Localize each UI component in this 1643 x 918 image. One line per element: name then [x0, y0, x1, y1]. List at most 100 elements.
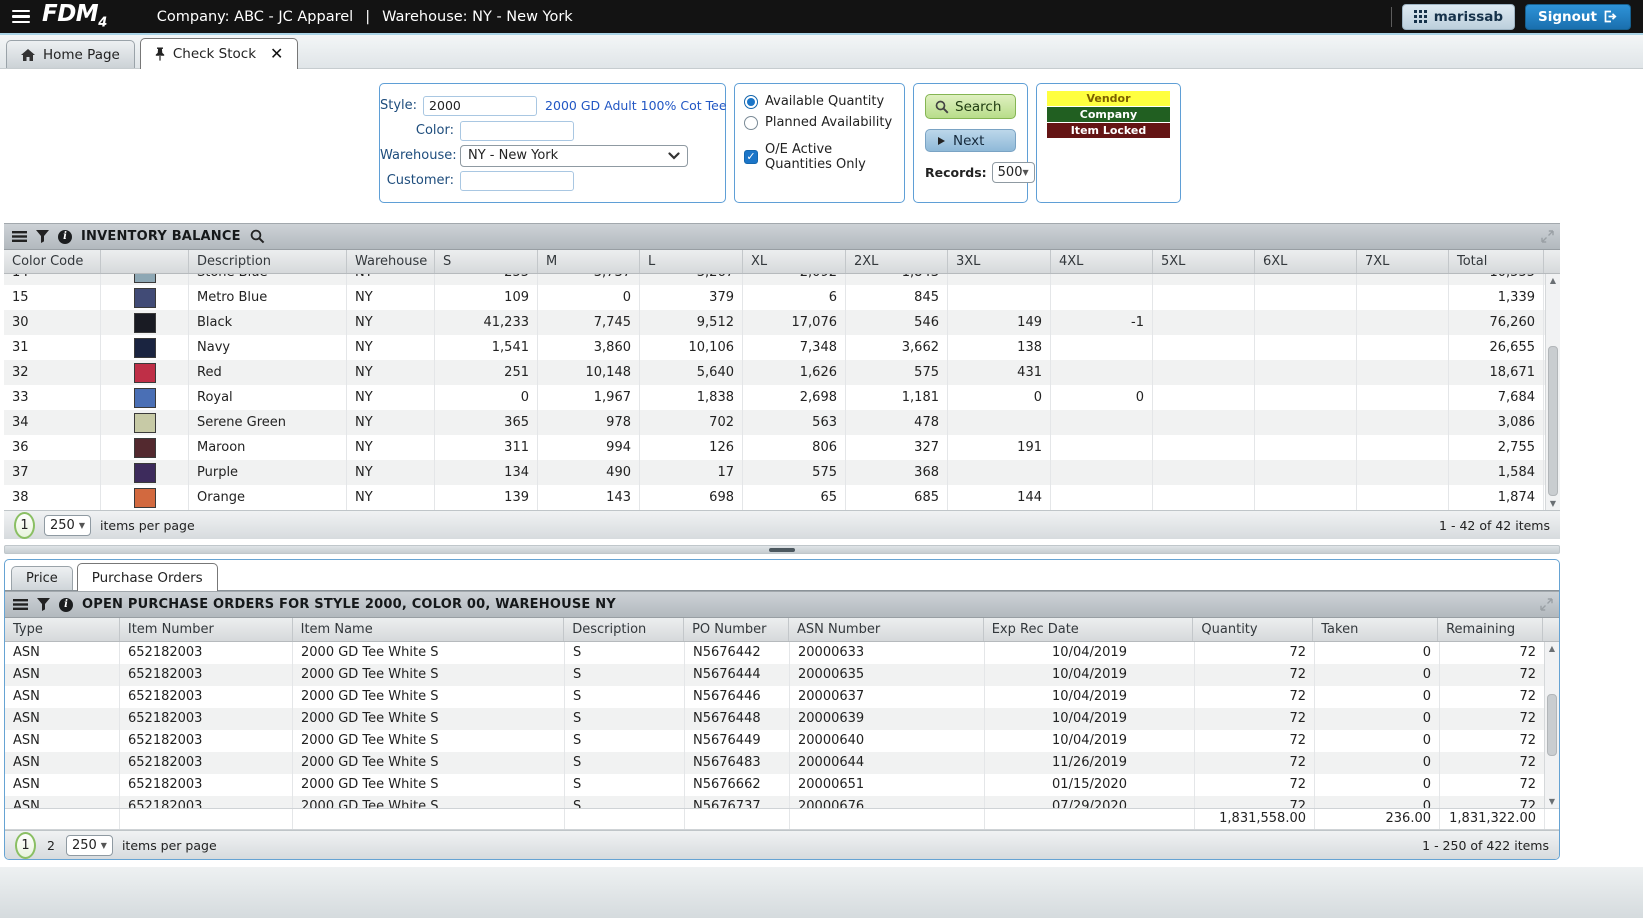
- table-row[interactable]: ASN6521820032000 GD Tee White SSN5676483…: [5, 752, 1559, 774]
- tab-check-stock[interactable]: Check Stock ✕: [140, 38, 299, 69]
- column-header[interactable]: S: [435, 250, 538, 273]
- tab-price[interactable]: Price: [11, 566, 73, 590]
- grid-menu-icon[interactable]: [12, 231, 27, 242]
- items-per-page-select[interactable]: 250▼: [66, 835, 113, 856]
- column-header[interactable]: Total: [1449, 250, 1544, 273]
- table-row[interactable]: 38OrangeNY139143698656851441,874: [4, 485, 1560, 510]
- page-2-button[interactable]: 2: [45, 838, 57, 853]
- search-button[interactable]: Search: [925, 94, 1016, 119]
- table-row[interactable]: 34Serene GreenNY3659787025634783,086: [4, 410, 1560, 435]
- table-row[interactable]: 14Stone BlueNY2553,7373,2672,0921,84310,…: [4, 274, 1560, 285]
- legend-chip: Vendor Discontinued: [1047, 91, 1170, 106]
- color-input[interactable]: [460, 121, 574, 141]
- grid-menu-icon[interactable]: [13, 599, 28, 610]
- table-cell: N5676449: [685, 730, 790, 752]
- column-header[interactable]: XL: [743, 250, 846, 273]
- scroll-down-icon[interactable]: ▼: [1545, 797, 1559, 806]
- customer-input[interactable]: [460, 171, 574, 191]
- inventory-table-body: 14Stone BlueNY2553,7373,2672,0921,84310,…: [4, 274, 1560, 510]
- records-select[interactable]: 500▼: [992, 162, 1035, 183]
- table-cell: 311: [435, 435, 538, 460]
- column-header[interactable]: Exp Rec Date: [984, 618, 1194, 641]
- column-header[interactable]: 6XL: [1255, 250, 1357, 273]
- scroll-up-icon[interactable]: ▲: [1545, 644, 1559, 653]
- column-header[interactable]: Taken: [1313, 618, 1438, 641]
- table-row[interactable]: ASN6521820032000 GD Tee White SSN5676446…: [5, 686, 1559, 708]
- page-1-button[interactable]: 1: [15, 832, 36, 859]
- column-header[interactable]: ASN Number: [789, 618, 984, 641]
- column-header[interactable]: 5XL: [1153, 250, 1255, 273]
- user-menu-button[interactable]: marissab: [1402, 4, 1515, 30]
- table-row[interactable]: 32RedNY25110,1485,6401,62657543118,671: [4, 360, 1560, 385]
- table-row[interactable]: 33RoyalNY01,9671,8382,6981,181007,684: [4, 385, 1560, 410]
- table-cell: 2,755: [1449, 435, 1544, 460]
- column-header[interactable]: L: [640, 250, 743, 273]
- column-header[interactable]: 2XL: [846, 250, 948, 273]
- column-header[interactable]: [101, 250, 189, 273]
- column-header[interactable]: PO Number: [684, 618, 789, 641]
- style-input[interactable]: [423, 96, 537, 116]
- purchase-orders-toolbar: i OPEN PURCHASE ORDERS FOR STYLE 2000, C…: [5, 591, 1559, 618]
- table-row[interactable]: ASN6521820032000 GD Tee White SSN5676448…: [5, 708, 1559, 730]
- info-icon[interactable]: i: [58, 230, 72, 244]
- table-cell: N5676737: [685, 796, 790, 808]
- splitter-drag-handle[interactable]: [769, 548, 795, 552]
- close-icon[interactable]: ✕: [270, 48, 283, 60]
- table-row[interactable]: 31NavyNY1,5413,86010,1067,3483,66213826,…: [4, 335, 1560, 360]
- column-header[interactable]: Item Number: [120, 618, 293, 641]
- oe-active-quantities-checkbox[interactable]: [744, 150, 758, 164]
- menu-icon[interactable]: [12, 10, 30, 24]
- planned-availability-radio[interactable]: [744, 116, 758, 130]
- table-row[interactable]: ASN6521820032000 GD Tee White SSN5676449…: [5, 730, 1559, 752]
- table-row[interactable]: ASN6521820032000 GD Tee White SSN5676662…: [5, 774, 1559, 796]
- grid-search-icon[interactable]: [250, 229, 265, 244]
- next-button[interactable]: Next: [925, 129, 1016, 152]
- app-logo[interactable]: FDM4: [42, 3, 107, 30]
- table-cell: [1255, 360, 1357, 385]
- table-row[interactable]: 30BlackNY41,2337,7459,51217,076546149-17…: [4, 310, 1560, 335]
- info-icon[interactable]: i: [59, 598, 73, 612]
- column-header[interactable]: Quantity: [1193, 618, 1313, 641]
- items-per-page-select[interactable]: 250▼: [44, 515, 91, 536]
- column-header[interactable]: 3XL: [948, 250, 1051, 273]
- page-1-button[interactable]: 1: [14, 512, 35, 539]
- column-header[interactable]: M: [538, 250, 640, 273]
- column-header[interactable]: 7XL: [1357, 250, 1449, 273]
- tab-home-page[interactable]: Home Page: [6, 40, 135, 68]
- pin-icon[interactable]: [155, 47, 165, 61]
- warehouse-select[interactable]: NY - New York: [460, 145, 688, 167]
- style-description-link[interactable]: 2000 GD Adult 100% Cot Tee: [545, 98, 726, 113]
- scroll-thumb[interactable]: [1547, 694, 1557, 756]
- column-header[interactable]: 4XL: [1051, 250, 1153, 273]
- scroll-up-icon[interactable]: ▲: [1546, 276, 1560, 285]
- table-row[interactable]: ASN6521820032000 GD Tee White SSN5676442…: [5, 642, 1559, 664]
- column-header[interactable]: Description: [189, 250, 347, 273]
- column-header[interactable]: Item Name: [293, 618, 565, 641]
- table-row[interactable]: 36MaroonNY3119941268063271912,755: [4, 435, 1560, 460]
- filter-icon[interactable]: [36, 230, 49, 243]
- table-cell: 72: [1195, 708, 1315, 730]
- table-row[interactable]: 15Metro BlueNY109037968451,339: [4, 285, 1560, 310]
- inventory-scrollbar[interactable]: ▲ ▼: [1545, 274, 1560, 510]
- filter-icon[interactable]: [37, 598, 50, 611]
- column-header[interactable]: Type: [5, 618, 120, 641]
- table-row[interactable]: ASN6521820032000 GD Tee White SSN5676737…: [5, 796, 1559, 808]
- signout-exit-icon: [1604, 10, 1618, 23]
- column-header[interactable]: Remaining: [1438, 618, 1543, 641]
- purchase-orders-scrollbar[interactable]: ▲ ▼: [1544, 642, 1559, 808]
- column-header[interactable]: Description: [564, 618, 684, 641]
- tab-purchase-orders[interactable]: Purchase Orders: [77, 563, 218, 591]
- expand-icon[interactable]: [1541, 230, 1554, 243]
- table-row[interactable]: 37PurpleNY134490175753681,584: [4, 460, 1560, 485]
- signout-button[interactable]: Signout: [1525, 4, 1631, 30]
- table-cell: [1357, 360, 1449, 385]
- table-cell: ASN: [5, 686, 120, 708]
- available-quantity-radio[interactable]: [744, 95, 758, 109]
- column-header[interactable]: Color Code: [4, 250, 101, 273]
- scroll-down-icon[interactable]: ▼: [1546, 499, 1560, 508]
- scroll-thumb[interactable]: [1548, 346, 1558, 496]
- column-header[interactable]: Warehouse: [347, 250, 435, 273]
- expand-icon[interactable]: [1540, 598, 1553, 611]
- table-cell: ASN: [5, 642, 120, 664]
- table-row[interactable]: ASN6521820032000 GD Tee White SSN5676444…: [5, 664, 1559, 686]
